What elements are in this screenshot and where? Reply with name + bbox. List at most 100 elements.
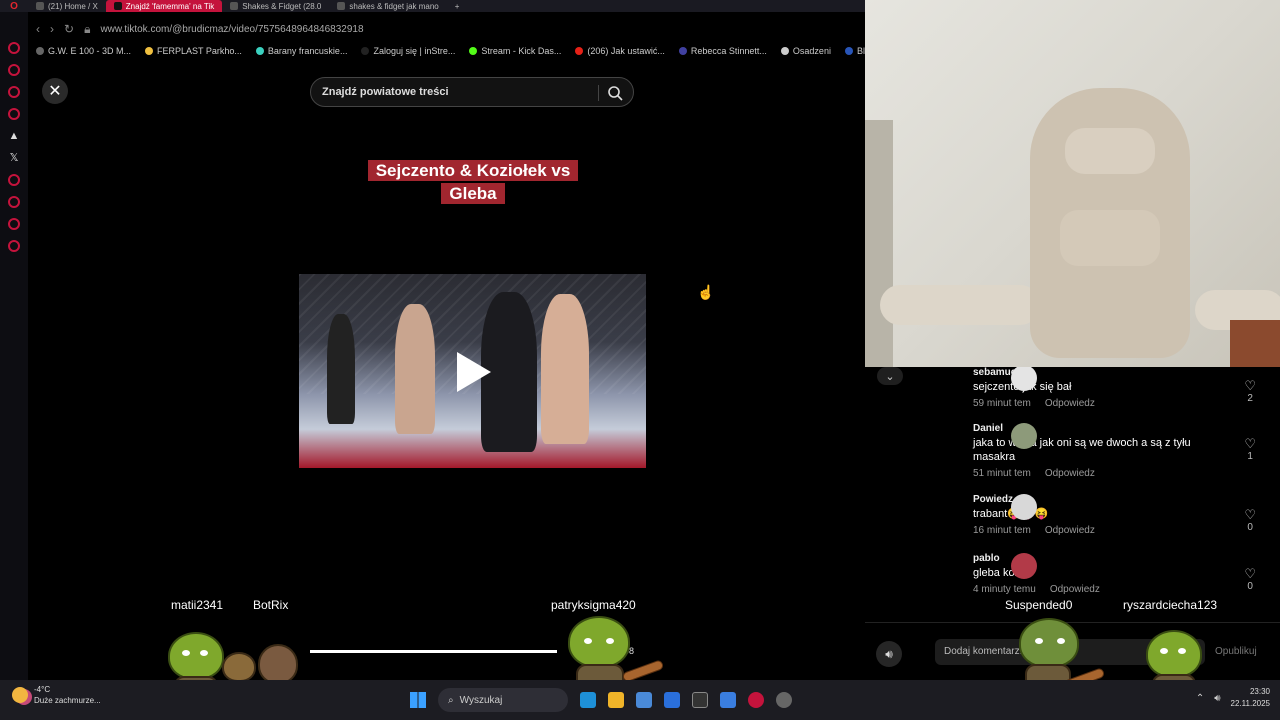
sidebar-icon[interactable] bbox=[8, 64, 20, 76]
bookmark-item[interactable]: (206) Jak ustawić... bbox=[575, 46, 665, 56]
avatar[interactable] bbox=[1011, 553, 1037, 579]
comments-panel: ⌄ sebamucha sejczento jak się bał 59 min… bbox=[865, 367, 1280, 622]
comment-item: Powiedz trabant😝😝😝 16 minut tem Odpowiedz… bbox=[938, 494, 1278, 536]
video-frame[interactable] bbox=[299, 274, 646, 468]
sidebar-app-icon[interactable]: ▲ bbox=[8, 130, 20, 142]
file-explorer-icon[interactable] bbox=[608, 692, 624, 708]
browser-sidebar: ▲ 𝕏 bbox=[0, 12, 28, 680]
bookmark-icon bbox=[36, 47, 44, 55]
sidebar-x-icon[interactable]: 𝕏 bbox=[8, 152, 20, 164]
goblin-head bbox=[568, 616, 630, 668]
app-icon[interactable] bbox=[692, 692, 708, 708]
bookmark-item[interactable]: Rebecca Stinnett... bbox=[678, 46, 767, 56]
chair-lumbar bbox=[1060, 210, 1160, 266]
search-icon[interactable] bbox=[607, 85, 623, 101]
search-icon: ⌕ bbox=[448, 694, 454, 706]
screen: O (21) Home / X Znajdź 'famemma' na Tik … bbox=[0, 0, 1280, 720]
comment-time: 59 minut tem bbox=[973, 398, 1031, 409]
viewer-name: patryksigma420 bbox=[551, 598, 636, 612]
chevron-up-icon[interactable]: ⌃ bbox=[1196, 693, 1204, 704]
sidebar-icon[interactable] bbox=[8, 218, 20, 230]
goblin-eye bbox=[182, 650, 190, 656]
comment-text: jaka to walka jak oni są we dwoch a są z… bbox=[973, 437, 1191, 463]
comment-text: trabant😝😝😝 bbox=[973, 508, 1049, 520]
goblin-eye bbox=[1160, 648, 1168, 654]
chair-armrest bbox=[880, 285, 1040, 325]
weather-icon bbox=[12, 687, 28, 703]
bookmark-item[interactable]: Osadzeni bbox=[780, 46, 831, 56]
reply-button[interactable]: Odpowiedz bbox=[1050, 584, 1100, 595]
clock[interactable]: 23:30 22.11.2025 bbox=[1231, 686, 1270, 710]
lock-icon: 🔒︎ bbox=[84, 21, 91, 36]
sidebar-icon[interactable] bbox=[8, 42, 20, 54]
sidebar-icon[interactable] bbox=[8, 108, 20, 120]
bookmark-item[interactable]: Zaloguj się | inStre... bbox=[361, 46, 455, 56]
avatar[interactable] bbox=[1011, 494, 1037, 520]
goblin-eye bbox=[200, 650, 208, 656]
goblin-head bbox=[1019, 618, 1079, 668]
sidebar-settings-icon[interactable] bbox=[8, 240, 20, 252]
opera-icon[interactable] bbox=[748, 692, 764, 708]
like-button[interactable]: ♡ 2 bbox=[1244, 379, 1256, 405]
close-video-button[interactable]: ✕ bbox=[42, 78, 68, 104]
like-button[interactable]: ♡ 1 bbox=[1244, 437, 1256, 463]
like-button[interactable]: ♡ 0 bbox=[1244, 567, 1256, 593]
video-player[interactable]: Znajdź powiatowe treści Sejczento & Kozi… bbox=[299, 64, 646, 680]
play-icon[interactable] bbox=[457, 352, 491, 392]
opera-logo-icon[interactable]: O bbox=[0, 0, 28, 12]
forward-icon[interactable]: › bbox=[50, 22, 54, 36]
goblin-head bbox=[168, 632, 224, 680]
speaker-icon[interactable]: 🔊︎ bbox=[876, 641, 902, 667]
tab-shakes-fidget[interactable]: Shakes & Fidget (28.0 bbox=[222, 0, 329, 12]
taskbar-search[interactable]: ⌕ Wyszukaj bbox=[438, 688, 568, 712]
search-divider bbox=[598, 85, 599, 101]
edge-icon[interactable] bbox=[580, 692, 596, 708]
weather-widget[interactable]: -4°C Duże zachmurze... bbox=[12, 684, 101, 706]
creature-head bbox=[222, 652, 256, 682]
sidebar-history-icon[interactable] bbox=[8, 196, 20, 208]
chevron-down-icon[interactable]: ⌄ bbox=[877, 367, 903, 385]
referee-figure bbox=[327, 314, 355, 424]
bookmark-item[interactable]: Stream - Kick Das... bbox=[469, 46, 561, 56]
sidebar-icon[interactable] bbox=[8, 86, 20, 98]
windows-start-icon[interactable] bbox=[410, 692, 426, 708]
new-tab-button[interactable]: + bbox=[447, 0, 468, 12]
mail-icon[interactable] bbox=[664, 692, 680, 708]
tab-google-search[interactable]: shakes & fidget jak mano bbox=[329, 0, 446, 12]
bookmark-item[interactable]: FERPLAST Parkho... bbox=[145, 46, 242, 56]
app-icon[interactable] bbox=[720, 692, 736, 708]
reload-icon[interactable]: ↻ bbox=[64, 22, 74, 36]
sidebar-icon[interactable] bbox=[8, 174, 20, 186]
like-button[interactable]: ♡ 0 bbox=[1244, 508, 1256, 534]
app-icon[interactable] bbox=[776, 692, 792, 708]
bookmarks-bar: G.W. E 100 - 3D M... FERPLAST Parkho... … bbox=[28, 42, 865, 60]
reply-button[interactable]: Odpowiedz bbox=[1045, 525, 1095, 536]
url-field[interactable]: www.tiktok.com/@brudicmaz/video/75756489… bbox=[100, 24, 363, 35]
volume-icon[interactable]: 🔊︎ bbox=[1214, 693, 1220, 704]
store-icon[interactable] bbox=[636, 692, 652, 708]
viewer-name: BotRix bbox=[253, 598, 289, 612]
video-progress-bar[interactable] bbox=[310, 650, 557, 653]
comment-item: pablo gleba kozak 4 minuty temu Odpowiedz… bbox=[938, 553, 1278, 595]
back-icon[interactable]: ‹ bbox=[36, 22, 40, 36]
chair-pillow bbox=[1065, 128, 1155, 174]
viewer-name: ryszardciecha123 bbox=[1123, 598, 1218, 612]
reply-button[interactable]: Odpowiedz bbox=[1045, 468, 1095, 479]
tab-x-home[interactable]: (21) Home / X bbox=[28, 0, 106, 12]
viewer-name: matii2341 bbox=[171, 598, 224, 612]
bookmark-item[interactable]: Blue Sail bbox=[844, 46, 865, 56]
bookmark-icon bbox=[844, 47, 853, 55]
avatar[interactable] bbox=[1011, 423, 1037, 449]
comment-text: sejczento jak się bał bbox=[973, 381, 1072, 393]
tab-tiktok[interactable]: Znajdź 'famemma' na Tik bbox=[105, 0, 223, 12]
publish-button[interactable]: Opublikuj bbox=[1215, 646, 1257, 657]
bookmark-icon bbox=[145, 47, 154, 55]
reply-button[interactable]: Odpowiedz bbox=[1045, 398, 1095, 409]
search-input[interactable]: Znajdź powiatowe treści bbox=[310, 77, 634, 107]
address-bar: ‹ › ↻ 🔒︎ www.tiktok.com/@brudicmaz/video… bbox=[28, 18, 865, 40]
bookmark-icon bbox=[361, 47, 370, 55]
webcam-feed bbox=[865, 0, 1280, 367]
bookmark-item[interactable]: G.W. E 100 - 3D M... bbox=[36, 46, 131, 56]
kick-icon bbox=[469, 47, 478, 55]
bookmark-item[interactable]: Barany francuskie... bbox=[255, 46, 347, 56]
